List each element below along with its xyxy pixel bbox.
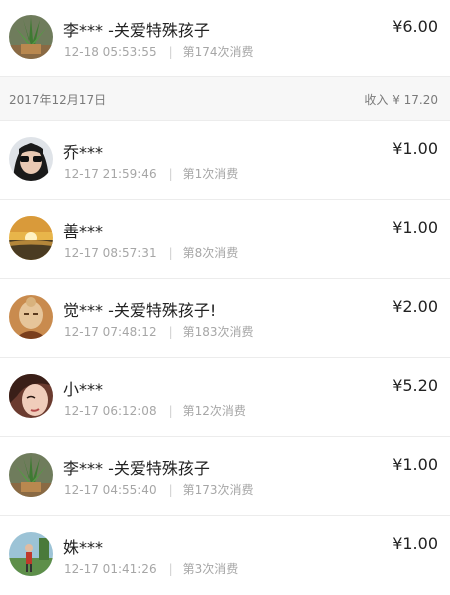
payer-name: 小***: [63, 380, 104, 399]
buddha-statue-avatar: [9, 295, 53, 339]
potted-plant-avatar: [9, 15, 53, 59]
transaction-amount: ¥6.00: [392, 17, 438, 36]
transaction-amount: ¥5.20: [392, 376, 438, 395]
transaction-row[interactable]: 乔*** 12-17 21:59:46 | 第1次消费 ¥1.00: [0, 121, 450, 200]
payer-name: 姝***: [63, 538, 104, 557]
transaction-row[interactable]: 李*** -关爱特殊孩子 12-17 04:55:40 | 第173次消费 ¥1.0…: [0, 437, 450, 516]
transaction-time: 12-17 06:12:08: [64, 404, 157, 418]
transaction-meta: 12-17 07:48:12 | 第183次消费: [64, 323, 254, 340]
transaction-row[interactable]: 姝*** 12-17 01:41:26 | 第3次消费 ¥1.00: [0, 516, 450, 595]
transaction-time: 12-17 08:57:31: [64, 246, 157, 260]
woman-sunglasses-avatar: [9, 137, 53, 181]
meta-divider: |: [168, 562, 173, 576]
transaction-meta: 12-17 04:55:40 | 第173次消费: [64, 481, 254, 498]
transaction-amount: ¥2.00: [392, 297, 438, 316]
payer-name: 李*** -关爱特殊孩子: [63, 459, 210, 478]
meta-divider: |: [168, 167, 173, 181]
meta-divider: |: [168, 325, 173, 339]
purchase-count: 第183次消费: [182, 325, 254, 339]
payer-name: 乔***: [63, 143, 104, 162]
transaction-meta: 12-17 08:57:31 | 第8次消费: [64, 244, 238, 261]
transaction-meta: 12-17 06:12:08 | 第12次消费: [64, 402, 246, 419]
transaction-list: 李*** -关爱特殊孩子 12-18 05:53:55 | 第174次消费 ¥6.0…: [0, 0, 450, 595]
payer-name: 觉*** -关爱特殊孩子!: [63, 301, 217, 320]
transaction-time: 12-17 07:48:12: [64, 325, 157, 339]
payer-name: 李*** -关爱特殊孩子: [63, 21, 210, 40]
purchase-count: 第173次消费: [182, 483, 254, 497]
transaction-meta: 12-18 05:53:55 | 第174次消费: [64, 43, 254, 60]
purchase-count: 第174次消费: [182, 45, 254, 59]
transaction-row[interactable]: 善*** 12-17 08:57:31 | 第8次消费 ¥1.00: [0, 200, 450, 279]
meta-divider: |: [168, 45, 173, 59]
woman-face-avatar: [9, 374, 53, 418]
payer-name: 善***: [63, 222, 104, 241]
transaction-meta: 12-17 21:59:46 | 第1次消费: [64, 165, 238, 182]
potted-plant-avatar: [9, 453, 53, 497]
meta-divider: |: [168, 483, 173, 497]
group-date: 2017年12月17日: [9, 93, 107, 107]
group-income: 收入 ¥ 17.20: [364, 93, 438, 107]
person-outdoor-avatar: [9, 532, 53, 576]
transaction-row[interactable]: 小*** 12-17 06:12:08 | 第12次消费 ¥5.20: [0, 358, 450, 437]
transaction-row[interactable]: 觉*** -关爱特殊孩子! 12-17 07:48:12 | 第183次消费 ¥2.…: [0, 279, 450, 358]
transaction-amount: ¥1.00: [392, 218, 438, 237]
sunset-avatar: [9, 216, 53, 260]
meta-divider: |: [168, 246, 173, 260]
transaction-time: 12-17 01:41:26: [64, 562, 157, 576]
transaction-amount: ¥1.00: [392, 534, 438, 553]
transaction-row[interactable]: 李*** -关爱特殊孩子 12-18 05:53:55 | 第174次消费 ¥6.0…: [0, 0, 450, 77]
transaction-amount: ¥1.00: [392, 139, 438, 158]
purchase-count: 第12次消费: [182, 404, 246, 418]
transaction-time: 12-17 21:59:46: [64, 167, 157, 181]
purchase-count: 第3次消费: [182, 562, 239, 576]
purchase-count: 第8次消费: [182, 246, 239, 260]
transaction-time: 12-18 05:53:55: [64, 45, 157, 59]
date-group-header: 2017年12月17日 收入 ¥ 17.20: [0, 77, 450, 121]
transaction-meta: 12-17 01:41:26 | 第3次消费: [64, 560, 238, 577]
meta-divider: |: [168, 404, 173, 418]
purchase-count: 第1次消费: [182, 167, 239, 181]
transaction-amount: ¥1.00: [392, 455, 438, 474]
transaction-time: 12-17 04:55:40: [64, 483, 157, 497]
